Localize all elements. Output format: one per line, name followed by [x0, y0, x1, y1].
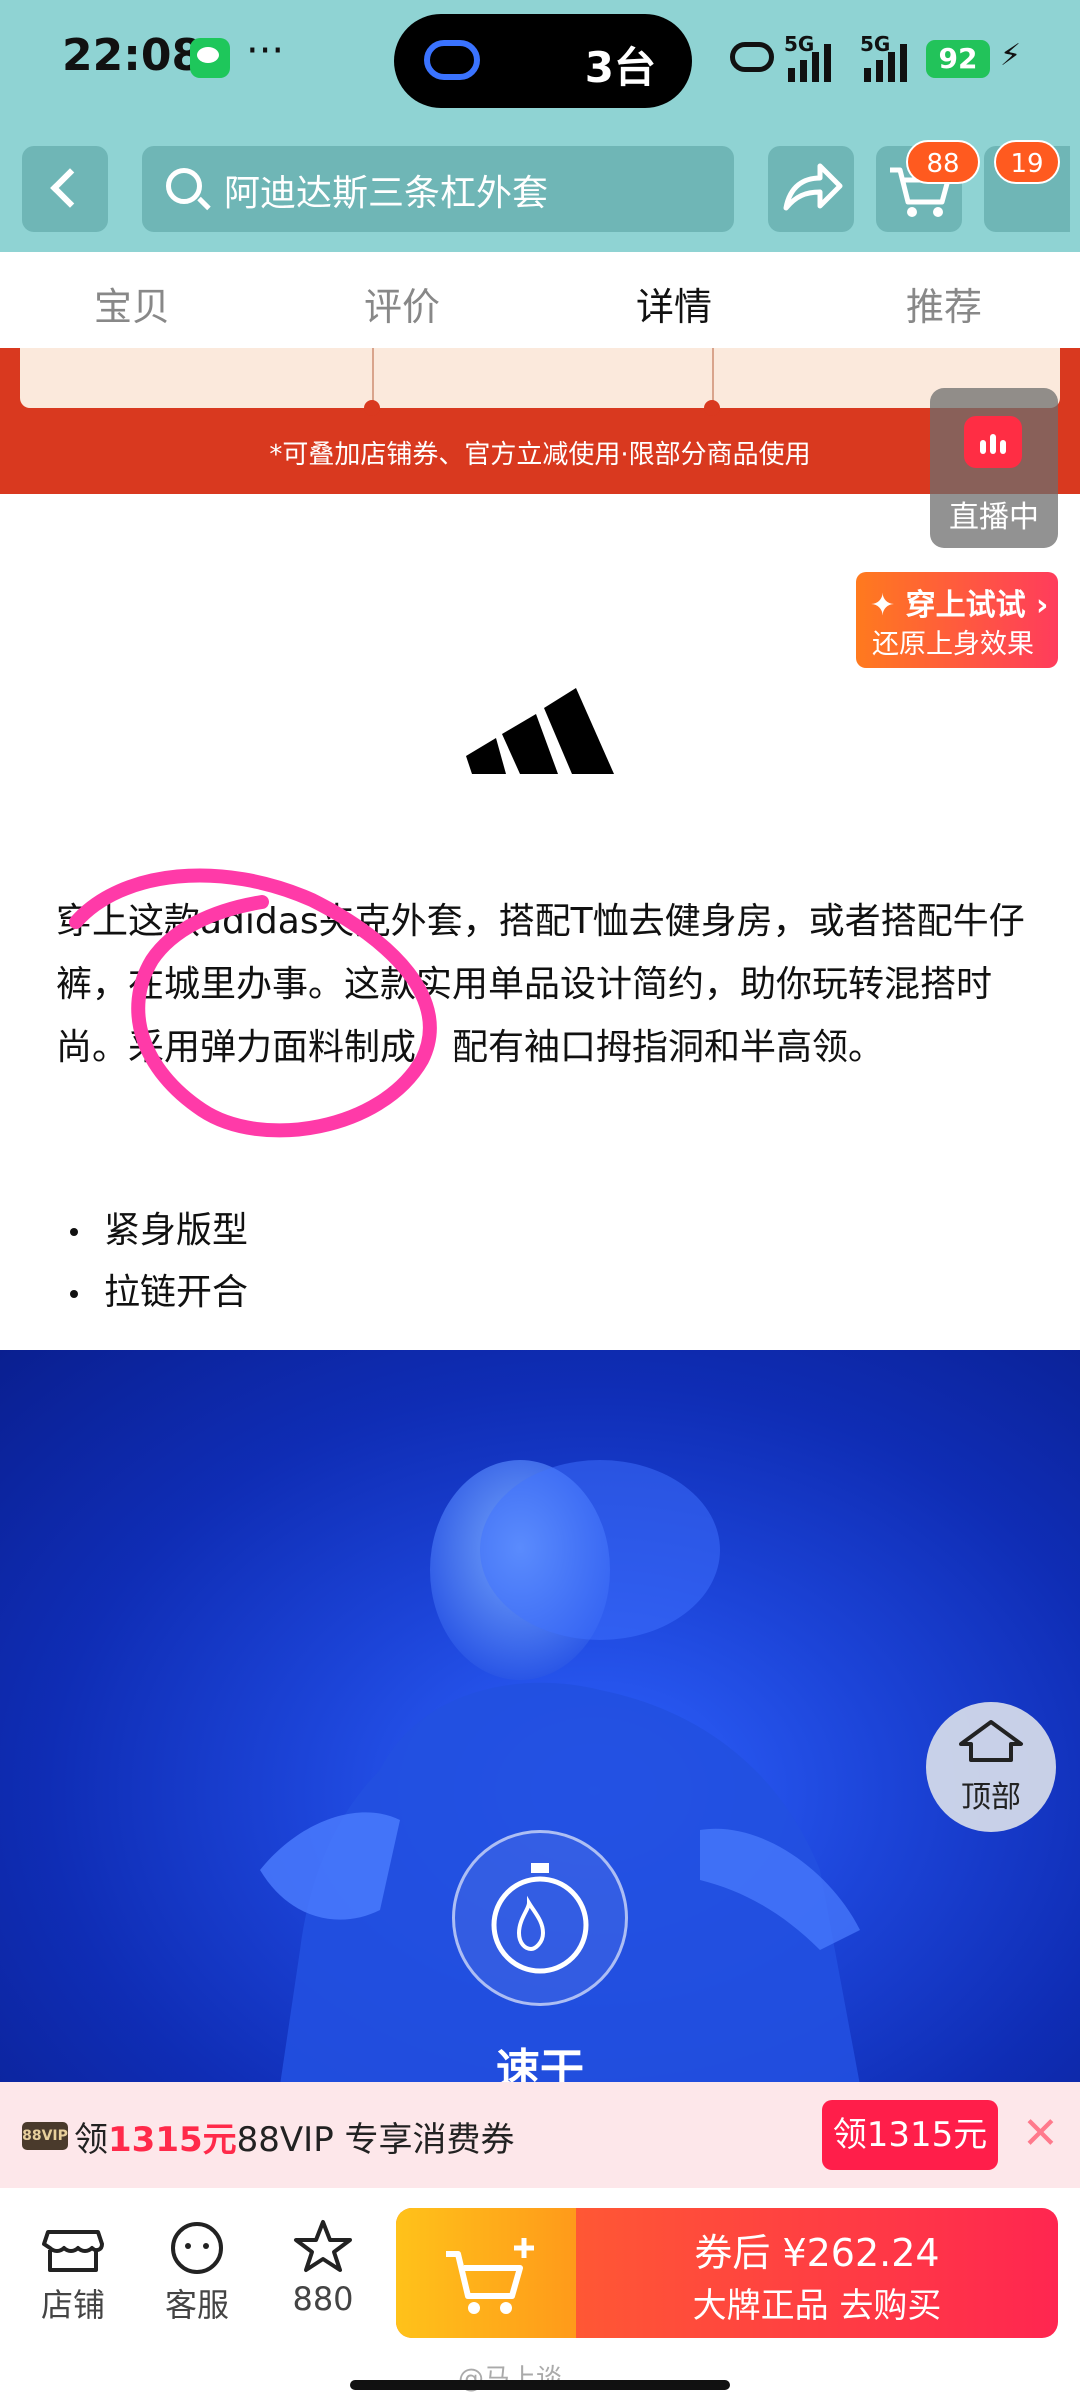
after-coupon-price: 券后 ¥262.24 [694, 2231, 940, 2275]
signal-bar [876, 60, 883, 82]
add-to-cart-button[interactable] [396, 2208, 576, 2338]
tab-details[interactable]: 详情 [636, 276, 712, 331]
share-icon [783, 163, 843, 211]
star-icon [268, 2212, 378, 2278]
try-on-title: ✦ 穿上试试 › [870, 588, 1049, 623]
coupon-notch [704, 400, 720, 416]
live-icon [964, 416, 1022, 468]
back-to-top-label: 顶部 [961, 1780, 1021, 1815]
favorites-count: 880 [292, 2280, 354, 2318]
search-query: 阿迪达斯三条杠外套 [224, 173, 549, 214]
tab-recommend[interactable]: 推荐 [906, 276, 982, 331]
coupon-banner: *可叠加店铺券、官方立减使用·限部分商品使用 [0, 348, 1080, 494]
wechat-icon [190, 38, 230, 78]
try-on-subtitle: 还原上身效果 [872, 629, 1034, 660]
add-cart-icon [446, 2238, 534, 2314]
battery-indicator: 92 [926, 40, 990, 78]
list-item: 拉链开合 [70, 1262, 248, 1324]
link-icon [424, 40, 480, 80]
signal-bar [788, 68, 795, 82]
buy-now-label: 大牌正品 去购买 [692, 2286, 942, 2326]
vip-coupon-text: 领1315元88VIP 专享消费券 [74, 2120, 515, 2160]
coupon-notch [364, 400, 380, 416]
live-label: 直播中 [949, 500, 1039, 535]
signal-bar [864, 68, 871, 82]
feature-list: 紧身版型 拉链开合 [70, 1200, 248, 1324]
coupon-divider [712, 348, 714, 402]
top-header: 22:08 ··· 3台 5G 5G 92 ⚡ 阿迪达斯三条杠外套 88 19 [0, 0, 1080, 252]
bullet-icon [70, 1228, 78, 1236]
more-notifications-icon: ··· [246, 28, 285, 74]
charging-icon: ⚡ [1000, 38, 1022, 73]
stopwatch-icon [452, 1830, 628, 2006]
network-type-1: 5G [784, 32, 815, 56]
signal-bar [824, 44, 831, 82]
buy-now-button[interactable]: 券后 ¥262.24 大牌正品 去购买 [396, 2208, 1058, 2338]
favorite-button[interactable]: 880 [268, 2212, 378, 2318]
adidas-logo [466, 688, 614, 774]
arrow-up-icon [959, 1720, 1023, 1762]
signal-bar [800, 60, 807, 82]
signal-bar [888, 52, 895, 82]
back-arrow-icon [50, 168, 90, 208]
tab-item[interactable]: 宝贝 [94, 276, 170, 331]
coupon-divider [372, 348, 374, 402]
try-on-button[interactable]: ✦ 穿上试试 › 还原上身效果 [856, 572, 1058, 668]
tab-reviews[interactable]: 评价 [364, 276, 440, 331]
island-text: 3台 [584, 43, 656, 92]
dynamic-island[interactable]: 3台 [394, 14, 692, 108]
vip-coupon-bar: 88VIP 领1315元88VIP 专享消费券 领1315元 ✕ [0, 2082, 1080, 2188]
shop-button[interactable]: 店铺 [18, 2212, 128, 2326]
share-button[interactable] [768, 146, 854, 232]
back-button[interactable] [22, 146, 108, 232]
handdrawn-circle-annotation [69, 868, 437, 1138]
cart-count-badge: 88 [906, 140, 980, 184]
signal-bar [812, 52, 819, 82]
service-icon [142, 2212, 252, 2278]
back-to-top-button[interactable]: 顶部 [926, 1702, 1056, 1832]
status-time: 22:08 [62, 30, 203, 81]
shop-icon [18, 2212, 128, 2278]
customer-service-button[interactable]: 客服 [142, 2212, 252, 2326]
coupon-note: *可叠加店铺券、官方立减使用·限部分商品使用 [269, 440, 811, 470]
vip-badge: 88VIP [22, 2122, 68, 2150]
live-stream-widget[interactable]: 直播中 [930, 388, 1058, 548]
network-type-2: 5G [860, 32, 891, 56]
messages-button[interactable]: 19 [984, 140, 1070, 232]
hotspot-icon [730, 42, 774, 72]
bullet-icon [70, 1290, 78, 1298]
home-indicator[interactable] [350, 2380, 730, 2390]
list-item: 紧身版型 [70, 1200, 248, 1262]
search-bar[interactable]: 阿迪达斯三条杠外套 [142, 146, 734, 232]
signal-indicators: 5G 5G 92 ⚡ [730, 30, 1030, 90]
signal-bar [900, 44, 907, 82]
search-icon [166, 168, 202, 204]
detail-tabs: 宝贝 评价 详情 推荐 [0, 252, 1080, 348]
claim-coupon-button[interactable]: 领1315元 [822, 2100, 998, 2170]
message-count-badge: 19 [994, 140, 1060, 184]
coupon-cards[interactable] [20, 348, 1060, 408]
cart-button[interactable]: 88 [876, 140, 980, 232]
close-icon[interactable]: ✕ [1022, 2108, 1059, 2159]
